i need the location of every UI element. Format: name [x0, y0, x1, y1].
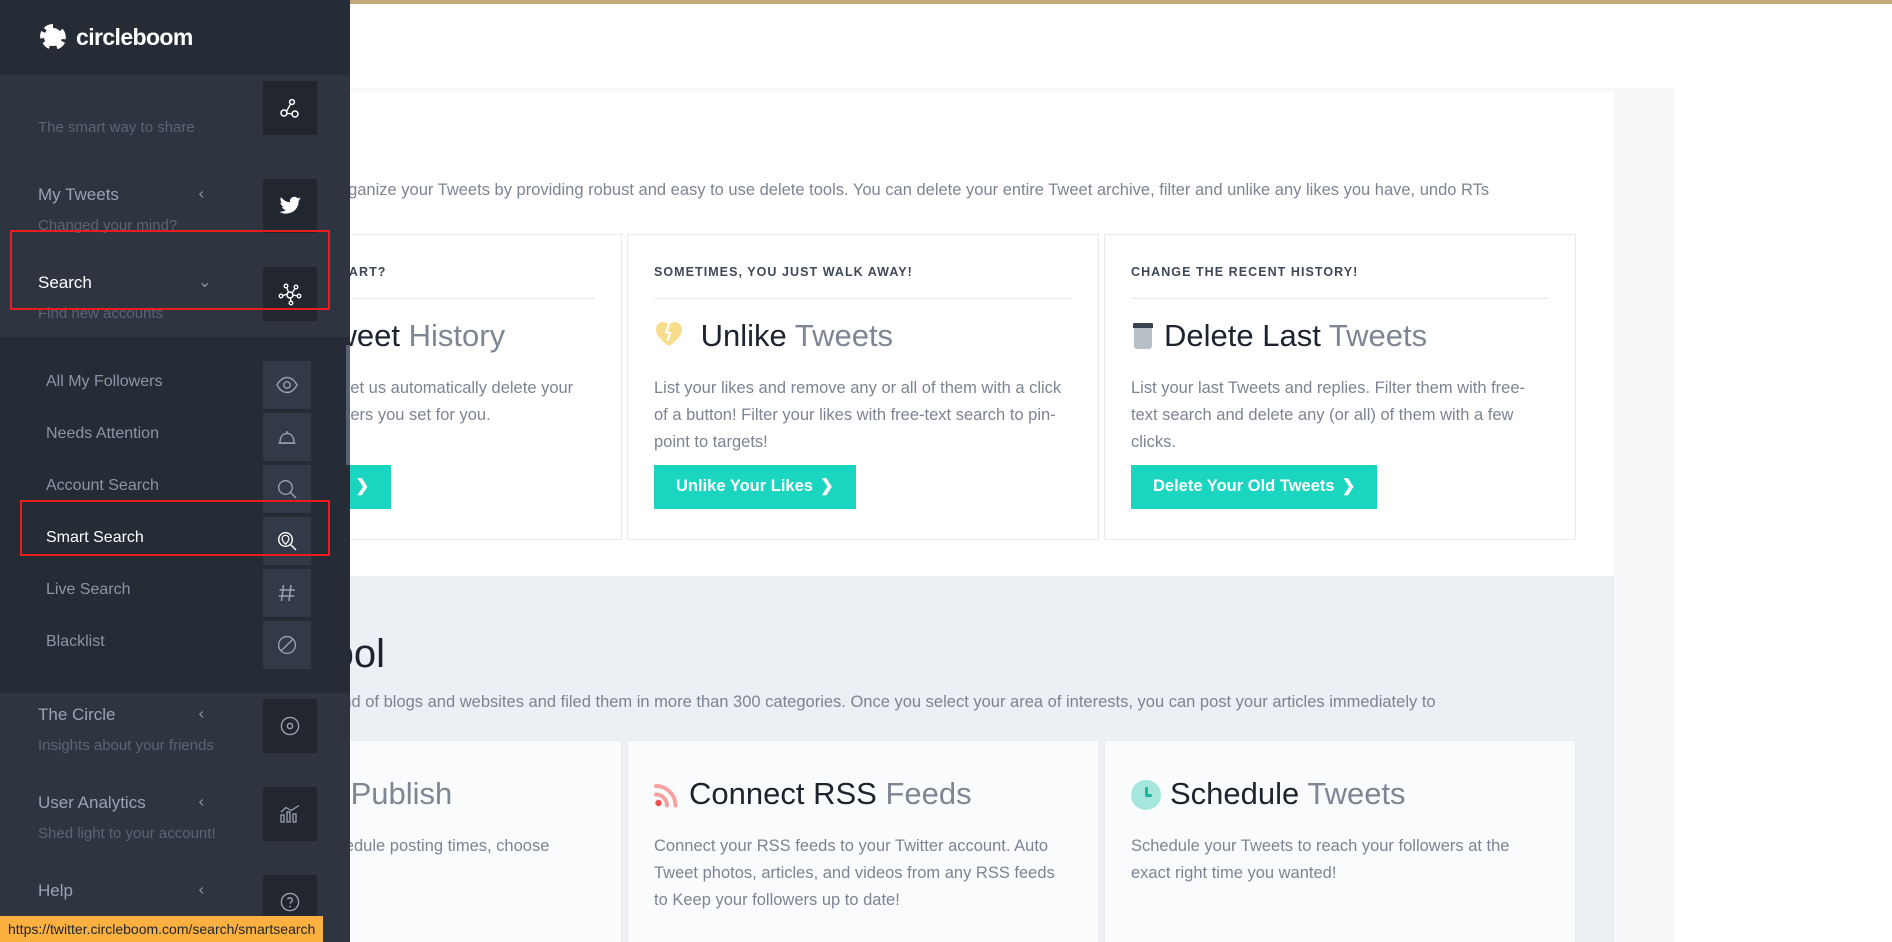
- sidebar-group-share: The smart way to share: [0, 75, 350, 173]
- sidebar-item-label: Search: [38, 273, 92, 292]
- card-heading-light: History: [408, 318, 506, 353]
- card-heading: Connect RSS Feeds: [654, 775, 1084, 812]
- sidebar-group-the-circle: The Circle ‹ Insights about your friends: [0, 693, 350, 781]
- sidebar-item-smart-search[interactable]: Smart Search: [0, 515, 350, 567]
- hash-icon: [263, 569, 311, 617]
- sidebar: circleboom The smart way to share My Twe…: [0, 0, 350, 942]
- sidebar-group-search: Search ⌄ Find new accounts: [0, 261, 350, 337]
- sidebar-subitem-label: Blacklist: [46, 633, 105, 650]
- card-heading-bold: Schedule: [1170, 776, 1300, 811]
- sidebar-header: circleboom: [0, 0, 350, 75]
- card-body: List your last Tweets and replies. Filte…: [1131, 379, 1526, 451]
- sidebar-item-all-my-followers[interactable]: All My Followers: [0, 359, 350, 411]
- sidebar-item-live-search[interactable]: Live Search: [0, 567, 350, 619]
- card-kicker: CHANGE THE RECENT HISTORY!: [1131, 265, 1549, 299]
- sidebar-item-desc: Shed light to your account!: [38, 825, 216, 842]
- unlike-your-likes-button[interactable]: Unlike Your Likes ❯: [654, 465, 856, 509]
- rss-icon: [654, 782, 681, 808]
- card-heading: Unlike Tweets: [654, 317, 1084, 354]
- trash-icon: [1131, 323, 1155, 351]
- delete-your-old-tweets-button[interactable]: Delete Your Old Tweets ❯: [1131, 465, 1378, 509]
- broken-heart-icon: [654, 320, 684, 348]
- sidebar-group-my-tweets: My Tweets ‹ Changed your mind?: [0, 173, 350, 261]
- sidebar-item-desc: Changed your mind?: [38, 217, 178, 234]
- card-delete-last-tweets[interactable]: CHANGE THE RECENT HISTORY! Delete Last T…: [1104, 234, 1576, 540]
- bell-icon: [263, 413, 311, 461]
- card-connect-rss-feeds[interactable]: Connect RSS Feeds Connect your RSS feeds…: [627, 740, 1099, 942]
- chevron-left-icon[interactable]: ‹: [198, 706, 204, 722]
- chevron-left-icon[interactable]: ‹: [198, 882, 204, 898]
- sidebar-search-submenu: All My Followers Needs Attention Account…: [0, 337, 350, 693]
- eye-icon: [263, 361, 311, 409]
- page-subtitle: Circleboom helps you re-organize your Tw…: [150, 181, 1490, 199]
- button-label: Delete Your Old Tweets: [1153, 477, 1335, 495]
- button-label: Unlike Your Likes: [676, 477, 813, 495]
- sidebar-item-label: Help: [38, 881, 73, 900]
- sidebar-item-label: My Tweets: [38, 185, 119, 204]
- brand-logo[interactable]: circleboom: [38, 22, 193, 52]
- sidebar-item-label: User Analytics: [38, 793, 146, 812]
- chevron-left-icon[interactable]: ‹: [198, 186, 204, 202]
- brand-name: circleboom: [76, 23, 193, 50]
- card-schedule-tweets[interactable]: Schedule Tweets Schedule your Tweets to …: [1104, 740, 1576, 942]
- card-body: Schedule your Tweets to reach your follo…: [1131, 837, 1510, 882]
- sidebar-item-blacklist[interactable]: Blacklist: [0, 619, 350, 671]
- card-heading-light: Tweets: [794, 318, 894, 353]
- sidebar-item-label: The Circle: [38, 705, 116, 724]
- chevron-left-icon[interactable]: ‹: [198, 794, 204, 810]
- page-root: Tweets Circleboom helps you re-organize …: [0, 0, 1892, 942]
- right-gutter: [1674, 88, 1892, 942]
- section2-subtitle: We have curated a thousand of blogs and …: [150, 693, 1436, 711]
- card-unlike-tweets[interactable]: SOMETIMES, YOU JUST WALK AWAY! Unlike Tw…: [627, 234, 1099, 540]
- twitter-bird-icon: [263, 179, 317, 233]
- bar-chart-icon: [263, 787, 317, 841]
- card-heading: Schedule Tweets: [1131, 775, 1561, 812]
- magnifier-pin-icon: [263, 517, 311, 565]
- sidebar-subitem-label: All My Followers: [46, 373, 163, 390]
- sidebar-item-desc: Insights about your friends: [38, 737, 214, 754]
- status-bar-url: https://twitter.circleboom.com/search/sm…: [0, 916, 324, 942]
- card-heading-bold: Delete Last: [1164, 318, 1321, 353]
- sidebar-group-user-analytics: User Analytics ‹ Shed light to your acco…: [0, 781, 350, 869]
- sidebar-subitem-label: Live Search: [46, 581, 131, 598]
- magnifier-icon: [263, 465, 311, 513]
- card-heading-bold: Unlike: [700, 318, 787, 353]
- share-nodes-icon: [263, 81, 317, 135]
- card-heading: Delete Last Tweets: [1131, 317, 1561, 354]
- card-heading-light: Tweets: [1328, 318, 1428, 353]
- sidebar-subitem-label: Smart Search: [46, 529, 144, 546]
- card-body: List your likes and remove any or all of…: [654, 379, 1062, 451]
- sidebar-item-needs-attention[interactable]: Needs Attention: [0, 411, 350, 463]
- card-body: Connect your RSS feeds to your Twitter a…: [654, 837, 1055, 909]
- chevron-right-icon: ❯: [1341, 477, 1356, 495]
- sidebar-item-desc: The smart way to share: [38, 119, 195, 136]
- clock-icon: [1131, 780, 1161, 810]
- sidebar-scroll-area: The smart way to share My Tweets ‹ Chang…: [0, 75, 350, 942]
- card-heading-light: Tweets: [1307, 776, 1406, 811]
- chevron-right-icon: ❯: [355, 477, 370, 495]
- sidebar-item-my-tweets[interactable]: My Tweets ‹ Changed your mind?: [0, 173, 350, 249]
- sidebar-item-account-search[interactable]: Account Search: [0, 463, 350, 515]
- sidebar-item-share[interactable]: The smart way to share: [0, 75, 350, 151]
- network-graph-icon: [263, 267, 317, 321]
- sidebar-subitem-label: Needs Attention: [46, 425, 159, 442]
- circleboom-logo-icon: [38, 22, 68, 52]
- chevron-down-icon[interactable]: ⌄: [198, 274, 211, 290]
- chevron-right-icon: ❯: [819, 477, 834, 495]
- sidebar-scrollbar[interactable]: [346, 345, 350, 465]
- card-kicker: SOMETIMES, YOU JUST WALK AWAY!: [654, 265, 1072, 299]
- ban-icon: [263, 621, 311, 669]
- target-circle-icon: [263, 699, 317, 753]
- sidebar-subitem-label: Account Search: [46, 477, 159, 494]
- sidebar-item-search[interactable]: Search ⌄ Find new accounts: [0, 261, 350, 337]
- card-heading-bold: Connect RSS: [689, 776, 877, 811]
- sidebar-item-the-circle[interactable]: The Circle ‹ Insights about your friends: [0, 693, 350, 769]
- sidebar-item-desc: Find new accounts: [38, 305, 164, 322]
- card-heading-light: Feeds: [885, 776, 972, 811]
- sidebar-item-user-analytics[interactable]: User Analytics ‹ Shed light to your acco…: [0, 781, 350, 857]
